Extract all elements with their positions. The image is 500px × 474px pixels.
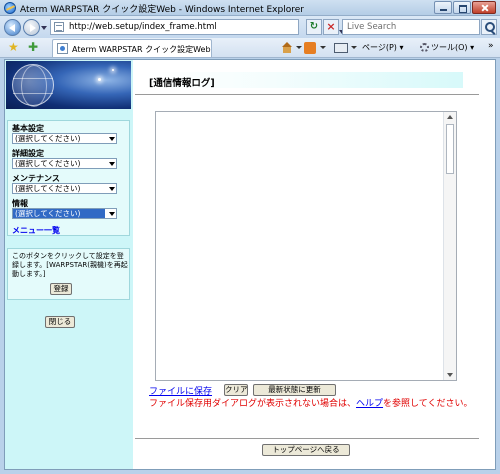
- tab-current[interactable]: Aterm WARPSTAR クイック設定Web: [52, 39, 212, 57]
- gear-icon: [420, 43, 429, 52]
- scroll-down-icon[interactable]: [447, 373, 453, 377]
- chevron-down-icon[interactable]: [351, 46, 357, 52]
- maximize-button[interactable]: [453, 1, 471, 14]
- divider: [135, 94, 479, 95]
- title-bar: Aterm WARPSTAR クイック設定Web - Windows Inter…: [0, 0, 500, 16]
- search-icon[interactable]: [481, 19, 497, 35]
- chevron-down-icon[interactable]: [320, 46, 326, 52]
- scroll-thumb[interactable]: [446, 124, 454, 174]
- advanced-settings-select[interactable]: (選択してください): [12, 158, 117, 169]
- window-title: Aterm WARPSTAR クイック設定Web - Windows Inter…: [20, 5, 304, 15]
- tab-title: Aterm WARPSTAR クイック設定Web: [72, 45, 211, 54]
- stop-button[interactable]: ×: [323, 19, 339, 35]
- maintenance-select[interactable]: (選択してください): [12, 183, 117, 194]
- save-panel: このボタンをクリックして設定を登録します。[WARPSTAR(親機)を再起動しま…: [7, 248, 130, 300]
- close-button[interactable]: 閉じる: [45, 316, 75, 328]
- globe-icon: [12, 64, 54, 107]
- settings-menu: 基本設定 (選択してください) 詳細設定 (選択してください) メンテナンス (…: [7, 120, 130, 236]
- page-menu-label: ページ(P): [362, 43, 397, 52]
- divider: [135, 438, 479, 439]
- address-text: http://web.setup/index_frame.html: [69, 22, 217, 32]
- select-value: (選択してください): [15, 159, 81, 168]
- refresh-button[interactable]: ↻: [306, 19, 322, 35]
- page-icon: [57, 43, 68, 54]
- sparkle-icon: [112, 69, 114, 71]
- page-title: [通信情報ログ]: [149, 78, 215, 89]
- minimize-button[interactable]: [434, 1, 452, 14]
- chevron-down-icon: [109, 212, 115, 218]
- back-button[interactable]: [4, 19, 21, 36]
- add-favorites-icon[interactable]: ✚: [28, 40, 38, 54]
- warning-prefix: ファイル保存用ダイアログが表示されない場合は、: [149, 399, 357, 409]
- info-select[interactable]: (選択してください): [12, 208, 117, 219]
- warpstar-logo: [6, 61, 131, 109]
- sidebar-frame: 基本設定 (選択してください) 詳細設定 (選択してください) メンテナンス (…: [5, 60, 133, 469]
- favorites-star-icon[interactable]: ★: [8, 40, 19, 54]
- search-input[interactable]: Live Search: [342, 19, 480, 35]
- recent-pages-dropdown[interactable]: [41, 26, 47, 33]
- help-link[interactable]: ヘルプ: [356, 399, 383, 409]
- select-value: (選択してください): [15, 184, 81, 193]
- feeds-icon[interactable]: [304, 42, 316, 54]
- menu-list-link[interactable]: メニュー一覧: [12, 225, 60, 236]
- tools-menu-label: ツール(O): [431, 43, 468, 52]
- more-commands-button[interactable]: »: [488, 39, 494, 53]
- stop-icon: ×: [326, 20, 336, 33]
- save-note: このボタンをクリックして設定を登録します。[WARPSTAR(親機)を再起動しま…: [12, 252, 128, 278]
- save-to-file-link[interactable]: ファイルに保存: [149, 384, 212, 397]
- sparkle-icon: [98, 78, 101, 81]
- tab-toolbar: ★ ✚ Aterm WARPSTAR クイック設定Web ページ(P) ▾ ツー…: [0, 38, 500, 58]
- forward-button[interactable]: [23, 19, 40, 36]
- window-controls: [433, 1, 496, 14]
- basic-settings-select[interactable]: (選択してください): [12, 133, 117, 144]
- address-toolbar: http://web.setup/index_frame.html ↻ × Li…: [0, 16, 500, 38]
- select-value: (選択してください): [15, 209, 81, 218]
- chevron-down-icon[interactable]: [296, 46, 302, 52]
- refresh-icon: ↻: [309, 21, 319, 32]
- page-content: 基本設定 (選択してください) 詳細設定 (選択してください) メンテナンス (…: [4, 59, 496, 470]
- chevron-down-icon: [109, 137, 115, 143]
- warning-message: ファイル保存用ダイアログが表示されない場合は、ヘルプを参照してください。: [149, 398, 479, 410]
- page-title-bar: [通信情報ログ]: [145, 72, 463, 89]
- select-value: (選択してください): [15, 134, 81, 143]
- log-textarea[interactable]: [155, 111, 457, 381]
- refresh-latest-button[interactable]: 最新状態に更新: [253, 384, 336, 396]
- search-placeholder: Live Search: [347, 22, 397, 32]
- address-bar[interactable]: http://web.setup/index_frame.html: [50, 19, 345, 35]
- warning-suffix: を参照してください。: [383, 399, 473, 409]
- scrollbar[interactable]: [443, 112, 456, 380]
- back-to-top-page-button[interactable]: トップページへ戻る: [262, 444, 350, 456]
- page-icon: [54, 22, 64, 32]
- internet-explorer-icon: [4, 2, 16, 14]
- chevron-down-icon: [109, 187, 115, 193]
- scroll-up-icon[interactable]: [447, 115, 453, 119]
- save-button[interactable]: 登録: [50, 283, 72, 295]
- close-window-button[interactable]: [472, 1, 496, 14]
- page-menu[interactable]: ページ(P) ▾: [362, 41, 403, 55]
- tools-menu[interactable]: ツール(O) ▾: [420, 41, 474, 55]
- clear-button[interactable]: クリア: [224, 384, 248, 396]
- chevron-down-icon: [109, 162, 115, 168]
- print-icon[interactable]: [334, 43, 348, 53]
